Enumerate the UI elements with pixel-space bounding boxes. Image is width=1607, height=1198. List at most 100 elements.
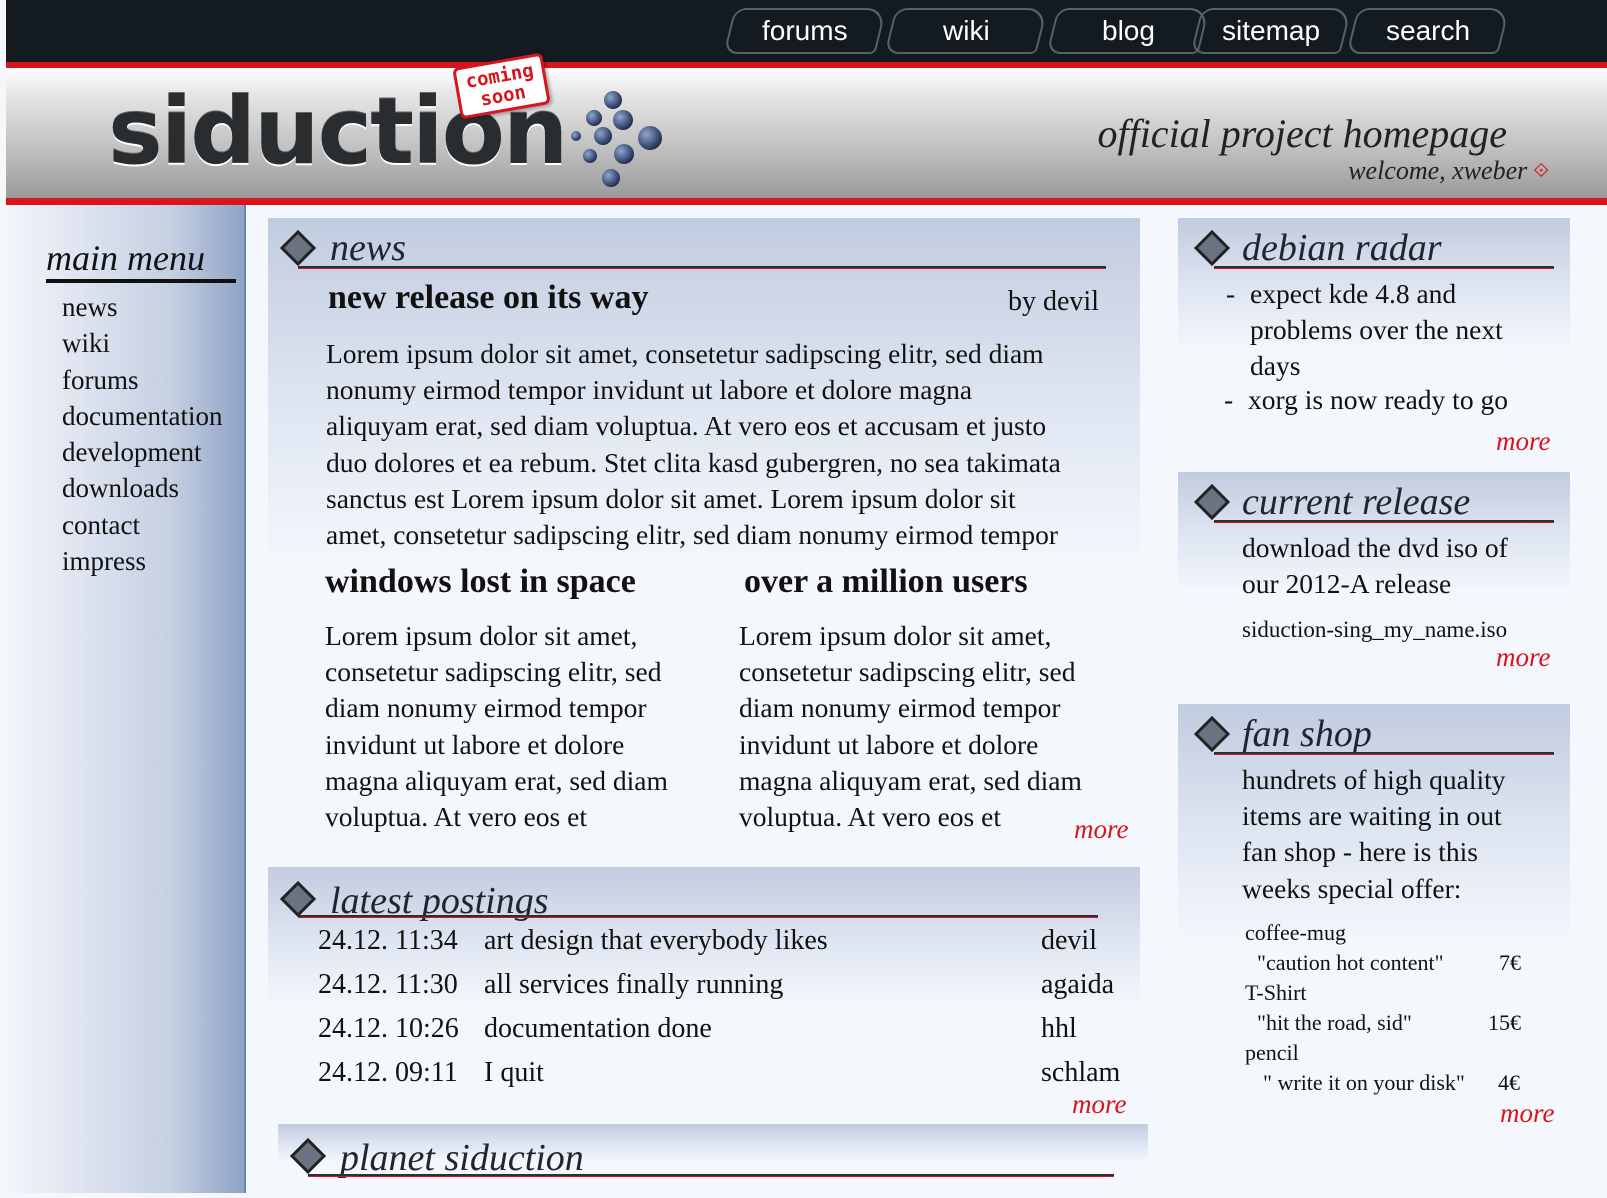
panel-underline [308, 1174, 1114, 1177]
posting-row[interactable]: 24.12. 10:26 documentation done hhl [268, 1013, 1140, 1057]
posting-row[interactable]: 24.12. 11:30 all services finally runnin… [268, 969, 1140, 1013]
nav-tab-blog[interactable]: blog [1046, 8, 1210, 54]
radar-bullet: - [1224, 384, 1234, 415]
site-header: siduction coming soon official project h… [6, 52, 1607, 205]
posting-author: hhl [1041, 1013, 1077, 1044]
panel-underline [298, 266, 1106, 269]
menu-item-wiki[interactable]: wiki [62, 325, 222, 361]
fan-shop-panel: fan shop hundrets of high quality items … [1178, 704, 1570, 1136]
shop-item-quote: "caution hot content" [1257, 950, 1444, 975]
radar-item: expect kde 4.8 and problems over the nex… [1250, 276, 1550, 385]
nav-tab-label: wiki [942, 15, 990, 46]
panel-diamond-icon [279, 229, 317, 267]
panel-underline [1214, 266, 1554, 269]
shop-item-price: 15€ [1488, 1010, 1521, 1035]
news-author: by devil [1008, 286, 1099, 317]
panel-underline [1214, 752, 1554, 755]
text-line: consetetur sadipscing elitr, sed [325, 656, 662, 688]
shop-item-name[interactable]: coffee-mug [1245, 920, 1346, 946]
text-line: our 2012-A release [1242, 568, 1452, 600]
news-headline[interactable]: new release on its way [328, 279, 648, 316]
panel-title: current release [1242, 481, 1471, 523]
shop-item-price: 4€ [1498, 1070, 1520, 1095]
shop-item-name[interactable]: pencil [1245, 1040, 1299, 1066]
text-line: weeks special offer: [1242, 872, 1462, 904]
text-line: download the dvd iso of [1242, 532, 1508, 563]
shop-item-name[interactable]: T-Shirt [1245, 980, 1307, 1006]
text-line: fan shop - here is this [1242, 836, 1478, 868]
text-line: aliquyam erat, sed diam voluptua. At ver… [326, 410, 1047, 442]
text-line: consetetur sadipscing elitr, sed [739, 656, 1076, 688]
text-line: amet, consetetur sadipscing elitr, sed d… [326, 519, 1059, 551]
text-line: duo dolores et ea rebum. Stet clita kasd… [326, 446, 1061, 478]
text-line: problems over the next [1250, 314, 1503, 346]
news-panel: news new release on its way by devil Lor… [268, 218, 1140, 850]
posting-author: schlam [1041, 1057, 1121, 1088]
posting-subject[interactable]: art design that everybody likes [484, 925, 828, 957]
posting-row[interactable]: 24.12. 09:11 I quit schlam [268, 1057, 1140, 1101]
menu-item-documentation[interactable]: documentation [62, 398, 222, 434]
posting-time: 24.12. 11:30 [318, 969, 458, 1000]
menu-item-forums[interactable]: forums [62, 362, 222, 398]
posting-subject[interactable]: all services finally running [484, 969, 783, 1001]
news-more-link[interactable]: more [1074, 814, 1129, 845]
shop-item-quote: "hit the road, sid" [1257, 1010, 1412, 1035]
news-left-headline[interactable]: windows lost in space [325, 563, 636, 600]
text-line: nonumy eirmod tempor invidunt ut labore … [326, 374, 973, 406]
release-more-link[interactable]: more [1496, 642, 1551, 673]
text-line: items are waiting in out [1242, 800, 1502, 832]
main-menu-list: news wiki forums documentation developme… [62, 289, 222, 579]
site-tagline: official project homepage [1097, 111, 1507, 156]
nav-tab-label: blog [1101, 15, 1155, 46]
postings-more-link[interactable]: more [1072, 1089, 1127, 1120]
main-menu-title: main menu [46, 238, 205, 278]
menu-item-contact[interactable]: contact [62, 507, 222, 543]
latest-postings-panel: latest postings 24.12. 11:34 art design … [268, 867, 1140, 1122]
panel-diamond-icon [1193, 483, 1231, 521]
posting-subject[interactable]: documentation done [484, 1013, 712, 1045]
main-menu-sidebar: main menu news wiki forums documentation… [6, 205, 246, 1193]
menu-item-news[interactable]: news [62, 289, 222, 325]
nav-tab-search[interactable]: search [1346, 8, 1510, 54]
news-left-body: Lorem ipsum dolor sit amet, consetetur s… [325, 618, 725, 835]
top-nav-bar: forums wiki blog sitemap search [6, 0, 1607, 62]
menu-item-downloads[interactable]: downloads [62, 470, 222, 506]
posting-author: devil [1041, 925, 1097, 956]
shop-text: hundrets of high quality items are waiti… [1242, 762, 1562, 907]
text-line: Lorem ipsum dolor sit amet, [325, 620, 638, 651]
panel-title: fan shop [1242, 713, 1372, 755]
shop-item-price: 7€ [1499, 950, 1521, 975]
release-download-link[interactable]: siduction-sing_my_name.iso [1242, 612, 1507, 648]
nav-tab-sitemap[interactable]: sitemap [1190, 8, 1352, 54]
text-line: voluptua. At vero eos et [325, 801, 587, 833]
text-line: xorg is now ready to go [1248, 384, 1508, 415]
menu-item-impress[interactable]: impress [62, 543, 222, 579]
nav-tab-wiki[interactable]: wiki [884, 8, 1048, 54]
radar-more-link[interactable]: more [1496, 426, 1551, 457]
text-line: days [1250, 350, 1301, 382]
text-line: diam nonumy eirmod tempor [739, 692, 1061, 724]
posting-subject[interactable]: I quit [484, 1057, 544, 1089]
panel-diamond-icon [289, 1137, 327, 1175]
panel-diamond-icon [1193, 715, 1231, 753]
text-line: magna aliquyam erat, sed diam [739, 764, 1082, 796]
posting-time: 24.12. 10:26 [318, 1013, 459, 1044]
shop-item-quote: " write it on your disk" [1263, 1070, 1465, 1095]
text-line: invidunt ut labore et dolore [325, 728, 625, 760]
nav-tab-label: forums [762, 15, 848, 46]
menu-item-development[interactable]: development [62, 434, 222, 470]
logout-icon[interactable]: ⟐ [1533, 160, 1549, 183]
text-line: hundrets of high quality [1242, 764, 1506, 795]
text-line: magna aliquyam erat, sed diam [325, 764, 668, 796]
welcome-text[interactable]: welcome, xweber [1348, 156, 1527, 186]
posting-time: 24.12. 11:34 [318, 925, 458, 956]
release-text: download the dvd iso of our 2012-A relea… [1242, 530, 1562, 602]
nav-tab-forums[interactable]: forums [723, 8, 887, 54]
news-right-headline[interactable]: over a million users [744, 563, 1028, 600]
panel-diamond-icon [1193, 229, 1231, 267]
shop-more-link[interactable]: more [1500, 1098, 1555, 1129]
posting-row[interactable]: 24.12. 11:34 art design that everybody l… [268, 925, 1140, 969]
panel-title: debian radar [1242, 227, 1442, 269]
text-line: sanctus est Lorem ipsum dolor sit amet. … [326, 482, 1016, 514]
news-right-body: Lorem ipsum dolor sit amet, consetetur s… [739, 618, 1139, 835]
